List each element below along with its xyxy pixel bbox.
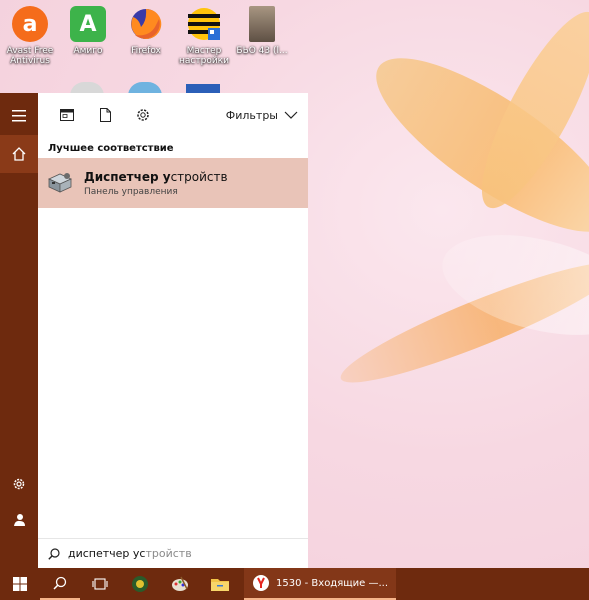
desktop-icon-label: Мастер настройки	[179, 46, 229, 66]
chevron-down-icon	[284, 111, 298, 119]
best-match-heading: Лучшее соответствие	[48, 143, 174, 154]
taskbar-pinned-app[interactable]	[120, 568, 160, 600]
home-icon	[12, 147, 26, 161]
result-subtitle: Панель управления	[84, 186, 178, 197]
settings-icon	[13, 478, 25, 490]
search-query-suggestion: тройств	[145, 547, 192, 560]
home-button[interactable]	[0, 135, 38, 173]
task-view-icon	[92, 578, 108, 590]
avast-icon: a	[12, 6, 48, 42]
filters-label: Фильтры	[225, 108, 278, 122]
search-icon	[48, 547, 60, 560]
windows-logo-icon	[13, 577, 27, 591]
hamburger-menu-button[interactable]	[0, 97, 38, 135]
taskbar: 1530 - Входящие —...	[0, 568, 589, 600]
desktop-icon-amigo[interactable]: A Амиго	[60, 6, 116, 56]
settings-filter-button[interactable]	[124, 96, 162, 134]
best-match-text: Диспетчер устройств Панель управления	[84, 170, 228, 197]
beeline-icon	[186, 6, 222, 42]
search-toolbar: Фильтры	[38, 93, 308, 137]
taskbar-pinned-app[interactable]	[160, 568, 200, 600]
search-icon	[53, 576, 67, 590]
menu-icon	[12, 110, 26, 122]
search-results-panel: Фильтры Лучшее соответствие Диспетчер ус…	[38, 93, 308, 568]
start-menu-rail	[0, 93, 38, 568]
task-view-button[interactable]	[80, 568, 120, 600]
desktop-icon-beeline[interactable]: Мастер настройки	[176, 6, 232, 66]
desktop-icon-label: Амиго	[73, 46, 103, 56]
desktop-icon-label: БЬО 43 (l...	[236, 46, 288, 56]
desktop-icon-avast[interactable]: a Avast Free Antivirus	[2, 6, 58, 66]
result-title: Диспетчер устройств	[84, 170, 228, 184]
app-window-icon	[60, 109, 74, 121]
search-query: диспетчер устройств	[68, 547, 192, 560]
desktop-icon-label: Firefox	[131, 46, 161, 56]
result-title-rest: стройств	[170, 169, 228, 184]
device-manager-icon	[48, 173, 72, 193]
folder-icon	[211, 579, 229, 591]
taskbar-yandex-browser-window[interactable]: 1530 - Входящие —...	[244, 568, 397, 600]
apps-filter-button[interactable]	[48, 96, 86, 134]
desktop-icon-firefox[interactable]: Firefox	[118, 6, 174, 56]
desktop-icon-photo[interactable]: БЬО 43 (l...	[234, 6, 290, 56]
search-query-typed: диспетчер ус	[68, 547, 146, 560]
amigo-icon: A	[70, 6, 106, 42]
documents-filter-button[interactable]	[86, 96, 124, 134]
file-explorer-button[interactable]	[200, 568, 240, 600]
shield-app-icon	[132, 576, 148, 592]
desktop-icon-label: Avast Free Antivirus	[6, 46, 54, 66]
firefox-icon	[128, 6, 164, 42]
result-title-match: Диспетчер у	[84, 169, 171, 184]
settings-button[interactable]	[0, 465, 38, 503]
taskbar-search-button[interactable]	[40, 568, 80, 600]
yandex-browser-icon	[253, 575, 269, 591]
search-input[interactable]: диспетчер устройств	[38, 538, 308, 568]
taskbar-window-title: 1530 - Входящие —...	[276, 577, 389, 589]
gear-icon	[137, 109, 149, 121]
best-match-result[interactable]: Диспетчер устройств Панель управления	[38, 158, 308, 208]
paint-app-icon	[172, 576, 188, 591]
photo-file-icon	[249, 6, 275, 42]
user-button[interactable]	[0, 501, 38, 539]
user-icon	[14, 514, 25, 526]
start-button[interactable]	[0, 568, 40, 600]
document-icon	[99, 108, 111, 122]
filters-dropdown[interactable]: Фильтры	[226, 109, 298, 122]
